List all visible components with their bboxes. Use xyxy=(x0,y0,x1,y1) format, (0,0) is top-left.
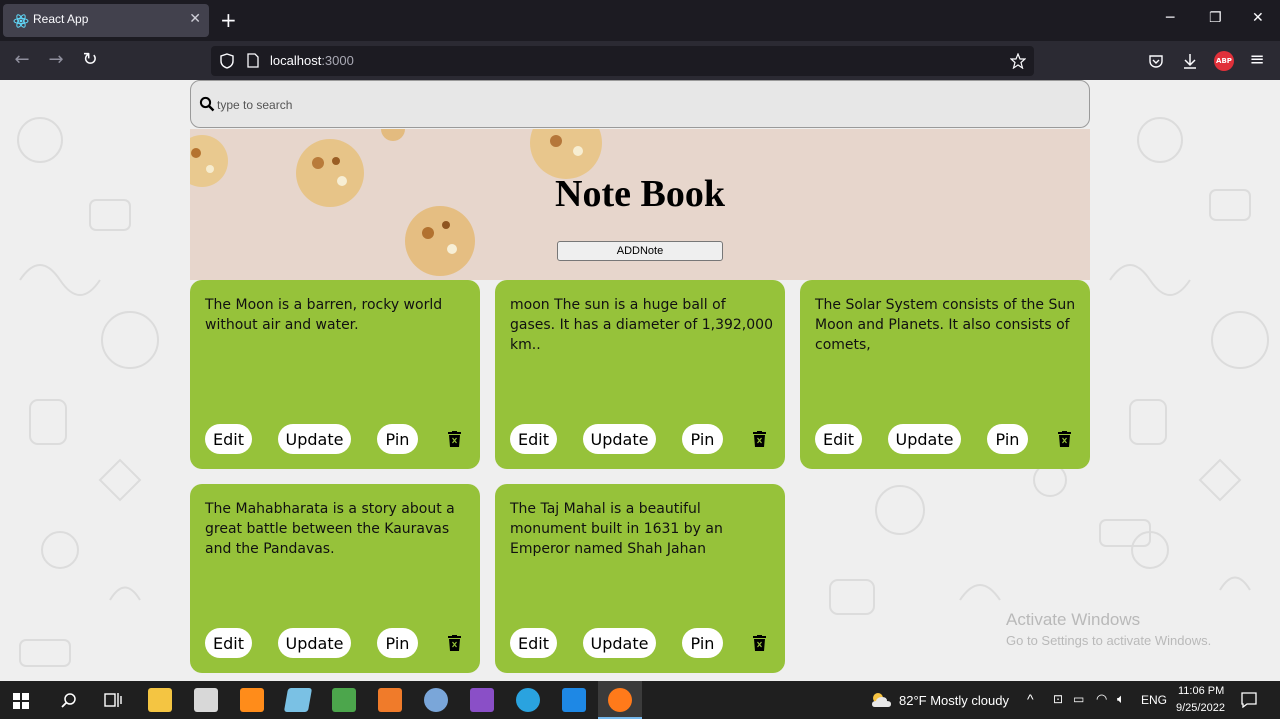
volume-icon[interactable]: 🔈︎ xyxy=(1117,691,1125,707)
pocket-icon[interactable] xyxy=(1148,53,1164,69)
edit-button[interactable]: Edit xyxy=(205,424,252,454)
search-bar[interactable] xyxy=(190,80,1090,128)
browser-nav-bar: ← → ↻ localhost:3000 ABP ≡ xyxy=(0,41,1280,80)
close-window-icon[interactable]: ✕ xyxy=(1252,10,1264,26)
edit-button[interactable]: Edit xyxy=(815,424,862,454)
vscode-icon[interactable] xyxy=(562,688,586,712)
pin-button[interactable]: Pin xyxy=(987,424,1028,454)
url-host: localhost xyxy=(270,53,322,68)
back-icon[interactable]: ← xyxy=(11,50,33,72)
search-icon xyxy=(199,96,215,112)
xampp-icon[interactable] xyxy=(378,688,402,712)
update-button[interactable]: Update xyxy=(278,424,351,454)
windows-taskbar: 82°F Mostly cloudy ^ ⊡ ▭ ◠ 🔈︎ ENG 11:06 … xyxy=(0,681,1280,719)
delete-trash-icon[interactable] xyxy=(753,635,766,651)
windows-start-icon[interactable] xyxy=(13,693,29,709)
note-card: The Moon is a barren, rocky world withou… xyxy=(190,280,480,469)
delete-trash-icon[interactable] xyxy=(448,635,461,651)
note-text: The Moon is a barren, rocky world withou… xyxy=(205,297,443,333)
edit-button[interactable]: Edit xyxy=(510,424,557,454)
edit-button[interactable]: Edit xyxy=(205,628,252,658)
bookmark-star-icon[interactable] xyxy=(1010,53,1026,69)
activate-windows-title: Activate Windows xyxy=(1006,610,1141,629)
taskbar-firefox-active[interactable] xyxy=(598,681,642,719)
update-button[interactable]: Update xyxy=(278,628,351,658)
telegram-icon[interactable] xyxy=(516,688,540,712)
tab-close-icon[interactable]: ✕ xyxy=(189,11,201,27)
url-text[interactable]: localhost:3000 xyxy=(270,53,354,68)
note-text: The Taj Mahal is a beautiful monument bu… xyxy=(510,501,723,557)
note-text: moon The sun is a huge ball of gases. It… xyxy=(510,297,773,353)
update-button[interactable]: Update xyxy=(583,628,656,658)
weather-cloud-icon xyxy=(872,693,891,707)
pin-button[interactable]: Pin xyxy=(682,424,723,454)
file-explorer-icon[interactable] xyxy=(148,688,172,712)
tab-title: React App xyxy=(33,12,89,26)
menu-icon[interactable]: ≡ xyxy=(1246,50,1268,72)
note-card: The Taj Mahal is a beautiful monument bu… xyxy=(495,484,785,673)
activate-windows-subtitle: Go to Settings to activate Windows. xyxy=(1006,633,1212,648)
visual-studio-icon[interactable] xyxy=(470,688,494,712)
notepad-icon[interactable] xyxy=(283,688,313,712)
sublime-text-icon[interactable] xyxy=(240,688,264,712)
delete-trash-icon[interactable] xyxy=(1058,431,1071,447)
reload-icon[interactable]: ↻ xyxy=(79,50,101,72)
note-card: The Mahabharata is a story about a great… xyxy=(190,484,480,673)
page-title: Note Book xyxy=(555,173,725,215)
meet-now-icon[interactable]: ⊡ xyxy=(1053,692,1063,706)
minimize-icon[interactable]: ─ xyxy=(1166,10,1174,26)
pin-button[interactable]: Pin xyxy=(682,628,723,658)
pin-button[interactable]: Pin xyxy=(377,424,418,454)
notifications-icon[interactable] xyxy=(1241,692,1257,708)
browser-tab[interactable]: React App ✕ xyxy=(3,4,209,37)
app-page: Note Book ADDNote The Moon is a barren, … xyxy=(0,80,1280,681)
browser-tab-bar: React App ✕ + ─ ❐ ✕ xyxy=(0,0,1280,41)
notepad-plus-plus-icon[interactable] xyxy=(332,688,356,712)
notebook-banner: Note Book ADDNote xyxy=(190,129,1090,280)
update-button[interactable]: Update xyxy=(583,424,656,454)
taskbar-search-icon[interactable] xyxy=(60,692,78,710)
search-input[interactable] xyxy=(217,94,817,116)
language-indicator[interactable]: ENG xyxy=(1141,693,1167,707)
add-note-button[interactable]: ADDNote xyxy=(557,241,723,261)
task-view-icon[interactable] xyxy=(104,692,122,708)
forward-icon[interactable]: → xyxy=(45,50,67,72)
update-button[interactable]: Update xyxy=(888,424,961,454)
delete-trash-icon[interactable] xyxy=(753,431,766,447)
weather-text[interactable]: 82°F Mostly cloudy xyxy=(899,693,1009,708)
shield-icon xyxy=(220,53,234,69)
clock-date[interactable]: 9/25/2022 xyxy=(1176,702,1225,714)
battery-icon[interactable]: ▭ xyxy=(1073,692,1084,706)
note-text: The Mahabharata is a story about a great… xyxy=(205,501,455,557)
url-port: :3000 xyxy=(321,53,354,68)
note-card: The Solar System consists of the Sun Moo… xyxy=(800,280,1090,469)
pin-button[interactable]: Pin xyxy=(377,628,418,658)
wifi-icon[interactable]: ◠ xyxy=(1096,691,1107,707)
note-text: The Solar System consists of the Sun Moo… xyxy=(815,297,1076,353)
page-icon xyxy=(247,53,259,68)
download-icon[interactable] xyxy=(1182,52,1198,70)
adblock-plus-icon[interactable]: ABP xyxy=(1214,51,1234,71)
r-language-icon[interactable] xyxy=(424,688,448,712)
documents-app-icon[interactable] xyxy=(194,688,218,712)
restore-icon[interactable]: ❐ xyxy=(1209,10,1222,26)
firefox-icon xyxy=(608,688,632,712)
react-logo-icon xyxy=(13,14,29,28)
tray-chevron-icon[interactable]: ^ xyxy=(1027,691,1034,707)
new-tab-icon[interactable]: + xyxy=(220,8,237,32)
note-card: moon The sun is a huge ball of gases. It… xyxy=(495,280,785,469)
delete-trash-icon[interactable] xyxy=(448,431,461,447)
url-bar[interactable]: localhost:3000 xyxy=(211,46,1034,76)
edit-button[interactable]: Edit xyxy=(510,628,557,658)
clock-time[interactable]: 11:06 PM xyxy=(1178,685,1224,697)
